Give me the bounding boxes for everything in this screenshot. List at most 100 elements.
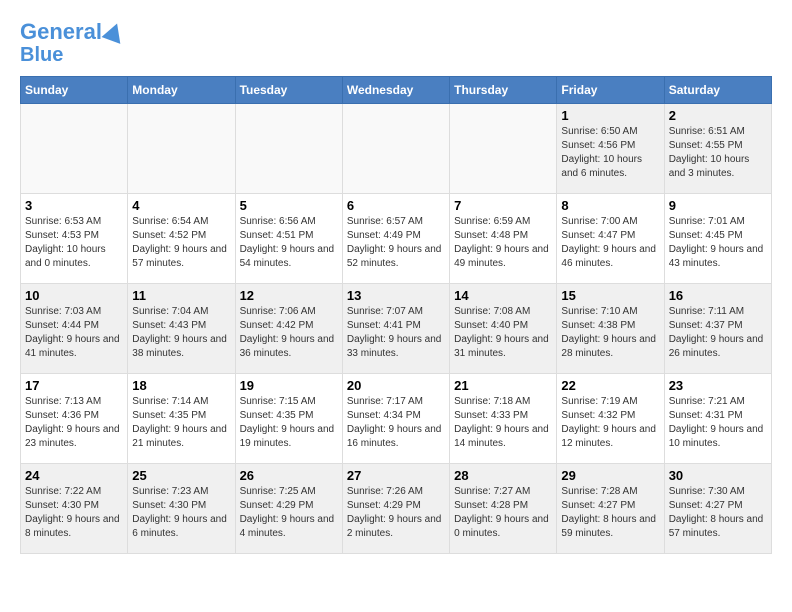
day-number: 26 bbox=[240, 468, 338, 483]
day-number: 16 bbox=[669, 288, 767, 303]
day-info: Sunrise: 7:28 AM Sunset: 4:27 PM Dayligh… bbox=[561, 485, 659, 541]
day-number: 15 bbox=[561, 288, 659, 303]
weekday-header-saturday: Saturday bbox=[664, 77, 771, 104]
day-info: Sunrise: 6:50 AM Sunset: 4:56 PM Dayligh… bbox=[561, 125, 659, 181]
calendar-cell: 11 Sunrise: 7:04 AM Sunset: 4:43 PM Dayli… bbox=[128, 284, 235, 374]
calendar-cell bbox=[342, 104, 449, 194]
calendar-cell: 9Sunrise: 7:01 AM Sunset: 4:45 PM Daylig… bbox=[664, 194, 771, 284]
day-info: Sunrise: 7:22 AM Sunset: 4:30 PM Dayligh… bbox=[25, 485, 123, 541]
day-info: Sunrise: 6:57 AM Sunset: 4:49 PM Dayligh… bbox=[347, 215, 445, 271]
day-info: Sunrise: 7:14 AM Sunset: 4:35 PM Dayligh… bbox=[132, 395, 230, 451]
calendar-cell: 27 Sunrise: 7:26 AM Sunset: 4:29 PM Dayli… bbox=[342, 464, 449, 554]
day-number: 28 bbox=[454, 468, 552, 483]
day-info: Sunrise: 7:19 AM Sunset: 4:32 PM Dayligh… bbox=[561, 395, 659, 451]
day-number: 19 bbox=[240, 378, 338, 393]
calendar-cell bbox=[21, 104, 128, 194]
weekday-header-wednesday: Wednesday bbox=[342, 77, 449, 104]
weekday-header-sunday: Sunday bbox=[21, 77, 128, 104]
weekday-header-tuesday: Tuesday bbox=[235, 77, 342, 104]
day-info: Sunrise: 7:07 AM Sunset: 4:41 PM Dayligh… bbox=[347, 305, 445, 361]
day-info: Sunrise: 6:59 AM Sunset: 4:48 PM Dayligh… bbox=[454, 215, 552, 271]
calendar-row-3: 10 Sunrise: 7:03 AM Sunset: 4:44 PM Dayli… bbox=[21, 284, 772, 374]
calendar-cell: 28 Sunrise: 7:27 AM Sunset: 4:28 PM Dayli… bbox=[450, 464, 557, 554]
day-number: 29 bbox=[561, 468, 659, 483]
calendar-cell: 6 Sunrise: 6:57 AM Sunset: 4:49 PM Daylig… bbox=[342, 194, 449, 284]
calendar-cell: 18 Sunrise: 7:14 AM Sunset: 4:35 PM Dayli… bbox=[128, 374, 235, 464]
calendar-cell: 16Sunrise: 7:11 AM Sunset: 4:37 PM Dayli… bbox=[664, 284, 771, 374]
day-number: 24 bbox=[25, 468, 123, 483]
day-info: Sunrise: 7:15 AM Sunset: 4:35 PM Dayligh… bbox=[240, 395, 338, 451]
calendar-cell: 23 Sunrise: 7:21 AM Sunset: 4:31 PM Dayli… bbox=[664, 374, 771, 464]
weekday-header-row: SundayMondayTuesdayWednesdayThursdayFrid… bbox=[21, 77, 772, 104]
day-number: 5 bbox=[240, 198, 338, 213]
day-number: 2 bbox=[669, 108, 767, 123]
logo-blue-text: Blue bbox=[20, 44, 63, 66]
calendar-cell: 29 Sunrise: 7:28 AM Sunset: 4:27 PM Dayli… bbox=[557, 464, 664, 554]
day-number: 17 bbox=[25, 378, 123, 393]
calendar-cell: 30 Sunrise: 7:30 AM Sunset: 4:27 PM Dayli… bbox=[664, 464, 771, 554]
day-number: 4 bbox=[132, 198, 230, 213]
calendar-row-2: 3Sunrise: 6:53 AM Sunset: 4:53 PM Daylig… bbox=[21, 194, 772, 284]
calendar-cell: 1 Sunrise: 6:50 AM Sunset: 4:56 PM Daylig… bbox=[557, 104, 664, 194]
day-number: 9 bbox=[669, 198, 767, 213]
calendar-table: SundayMondayTuesdayWednesdayThursdayFrid… bbox=[20, 76, 772, 554]
day-number: 27 bbox=[347, 468, 445, 483]
day-info: Sunrise: 7:06 AM Sunset: 4:42 PM Dayligh… bbox=[240, 305, 338, 361]
day-number: 20 bbox=[347, 378, 445, 393]
weekday-header-thursday: Thursday bbox=[450, 77, 557, 104]
day-info: Sunrise: 7:04 AM Sunset: 4:43 PM Dayligh… bbox=[132, 305, 230, 361]
logo: General Blue bbox=[20, 20, 124, 66]
day-number: 23 bbox=[669, 378, 767, 393]
calendar-cell: 19 Sunrise: 7:15 AM Sunset: 4:35 PM Dayli… bbox=[235, 374, 342, 464]
day-info: Sunrise: 7:10 AM Sunset: 4:38 PM Dayligh… bbox=[561, 305, 659, 361]
day-number: 21 bbox=[454, 378, 552, 393]
day-number: 10 bbox=[25, 288, 123, 303]
logo-text: General bbox=[20, 20, 102, 44]
day-info: Sunrise: 7:21 AM Sunset: 4:31 PM Dayligh… bbox=[669, 395, 767, 451]
page-header: General Blue bbox=[20, 20, 772, 66]
day-number: 30 bbox=[669, 468, 767, 483]
calendar-cell: 22 Sunrise: 7:19 AM Sunset: 4:32 PM Dayli… bbox=[557, 374, 664, 464]
calendar-cell bbox=[128, 104, 235, 194]
calendar-row-5: 24 Sunrise: 7:22 AM Sunset: 4:30 PM Dayli… bbox=[21, 464, 772, 554]
calendar-cell: 5Sunrise: 6:56 AM Sunset: 4:51 PM Daylig… bbox=[235, 194, 342, 284]
day-info: Sunrise: 7:26 AM Sunset: 4:29 PM Dayligh… bbox=[347, 485, 445, 541]
day-info: Sunrise: 7:23 AM Sunset: 4:30 PM Dayligh… bbox=[132, 485, 230, 541]
day-info: Sunrise: 7:00 AM Sunset: 4:47 PM Dayligh… bbox=[561, 215, 659, 271]
day-number: 12 bbox=[240, 288, 338, 303]
weekday-header-friday: Friday bbox=[557, 77, 664, 104]
calendar-cell: 2Sunrise: 6:51 AM Sunset: 4:55 PM Daylig… bbox=[664, 104, 771, 194]
day-number: 8 bbox=[561, 198, 659, 213]
day-info: Sunrise: 7:27 AM Sunset: 4:28 PM Dayligh… bbox=[454, 485, 552, 541]
calendar-cell: 25 Sunrise: 7:23 AM Sunset: 4:30 PM Dayli… bbox=[128, 464, 235, 554]
day-number: 7 bbox=[454, 198, 552, 213]
day-info: Sunrise: 7:03 AM Sunset: 4:44 PM Dayligh… bbox=[25, 305, 123, 361]
calendar-cell: 7 Sunrise: 6:59 AM Sunset: 4:48 PM Daylig… bbox=[450, 194, 557, 284]
calendar-cell: 8 Sunrise: 7:00 AM Sunset: 4:47 PM Daylig… bbox=[557, 194, 664, 284]
day-number: 6 bbox=[347, 198, 445, 213]
calendar-cell: 15 Sunrise: 7:10 AM Sunset: 4:38 PM Dayli… bbox=[557, 284, 664, 374]
day-info: Sunrise: 7:25 AM Sunset: 4:29 PM Dayligh… bbox=[240, 485, 338, 541]
calendar-cell: 21Sunrise: 7:18 AM Sunset: 4:33 PM Dayli… bbox=[450, 374, 557, 464]
day-info: Sunrise: 7:08 AM Sunset: 4:40 PM Dayligh… bbox=[454, 305, 552, 361]
calendar-cell bbox=[235, 104, 342, 194]
day-info: Sunrise: 6:54 AM Sunset: 4:52 PM Dayligh… bbox=[132, 215, 230, 271]
day-number: 18 bbox=[132, 378, 230, 393]
day-number: 13 bbox=[347, 288, 445, 303]
calendar-cell: 24 Sunrise: 7:22 AM Sunset: 4:30 PM Dayli… bbox=[21, 464, 128, 554]
calendar-cell: 17Sunrise: 7:13 AM Sunset: 4:36 PM Dayli… bbox=[21, 374, 128, 464]
day-number: 11 bbox=[132, 288, 230, 303]
logo-triangle-icon bbox=[101, 20, 126, 44]
day-number: 22 bbox=[561, 378, 659, 393]
calendar-cell: 13 Sunrise: 7:07 AM Sunset: 4:41 PM Dayli… bbox=[342, 284, 449, 374]
day-info: Sunrise: 7:30 AM Sunset: 4:27 PM Dayligh… bbox=[669, 485, 767, 541]
day-number: 3 bbox=[25, 198, 123, 213]
calendar-row-1: 1 Sunrise: 6:50 AM Sunset: 4:56 PM Daylig… bbox=[21, 104, 772, 194]
weekday-header-monday: Monday bbox=[128, 77, 235, 104]
calendar-cell: 20 Sunrise: 7:17 AM Sunset: 4:34 PM Dayli… bbox=[342, 374, 449, 464]
day-number: 1 bbox=[561, 108, 659, 123]
day-info: Sunrise: 7:17 AM Sunset: 4:34 PM Dayligh… bbox=[347, 395, 445, 451]
day-number: 25 bbox=[132, 468, 230, 483]
calendar-cell: 3Sunrise: 6:53 AM Sunset: 4:53 PM Daylig… bbox=[21, 194, 128, 284]
calendar-cell: 4 Sunrise: 6:54 AM Sunset: 4:52 PM Daylig… bbox=[128, 194, 235, 284]
